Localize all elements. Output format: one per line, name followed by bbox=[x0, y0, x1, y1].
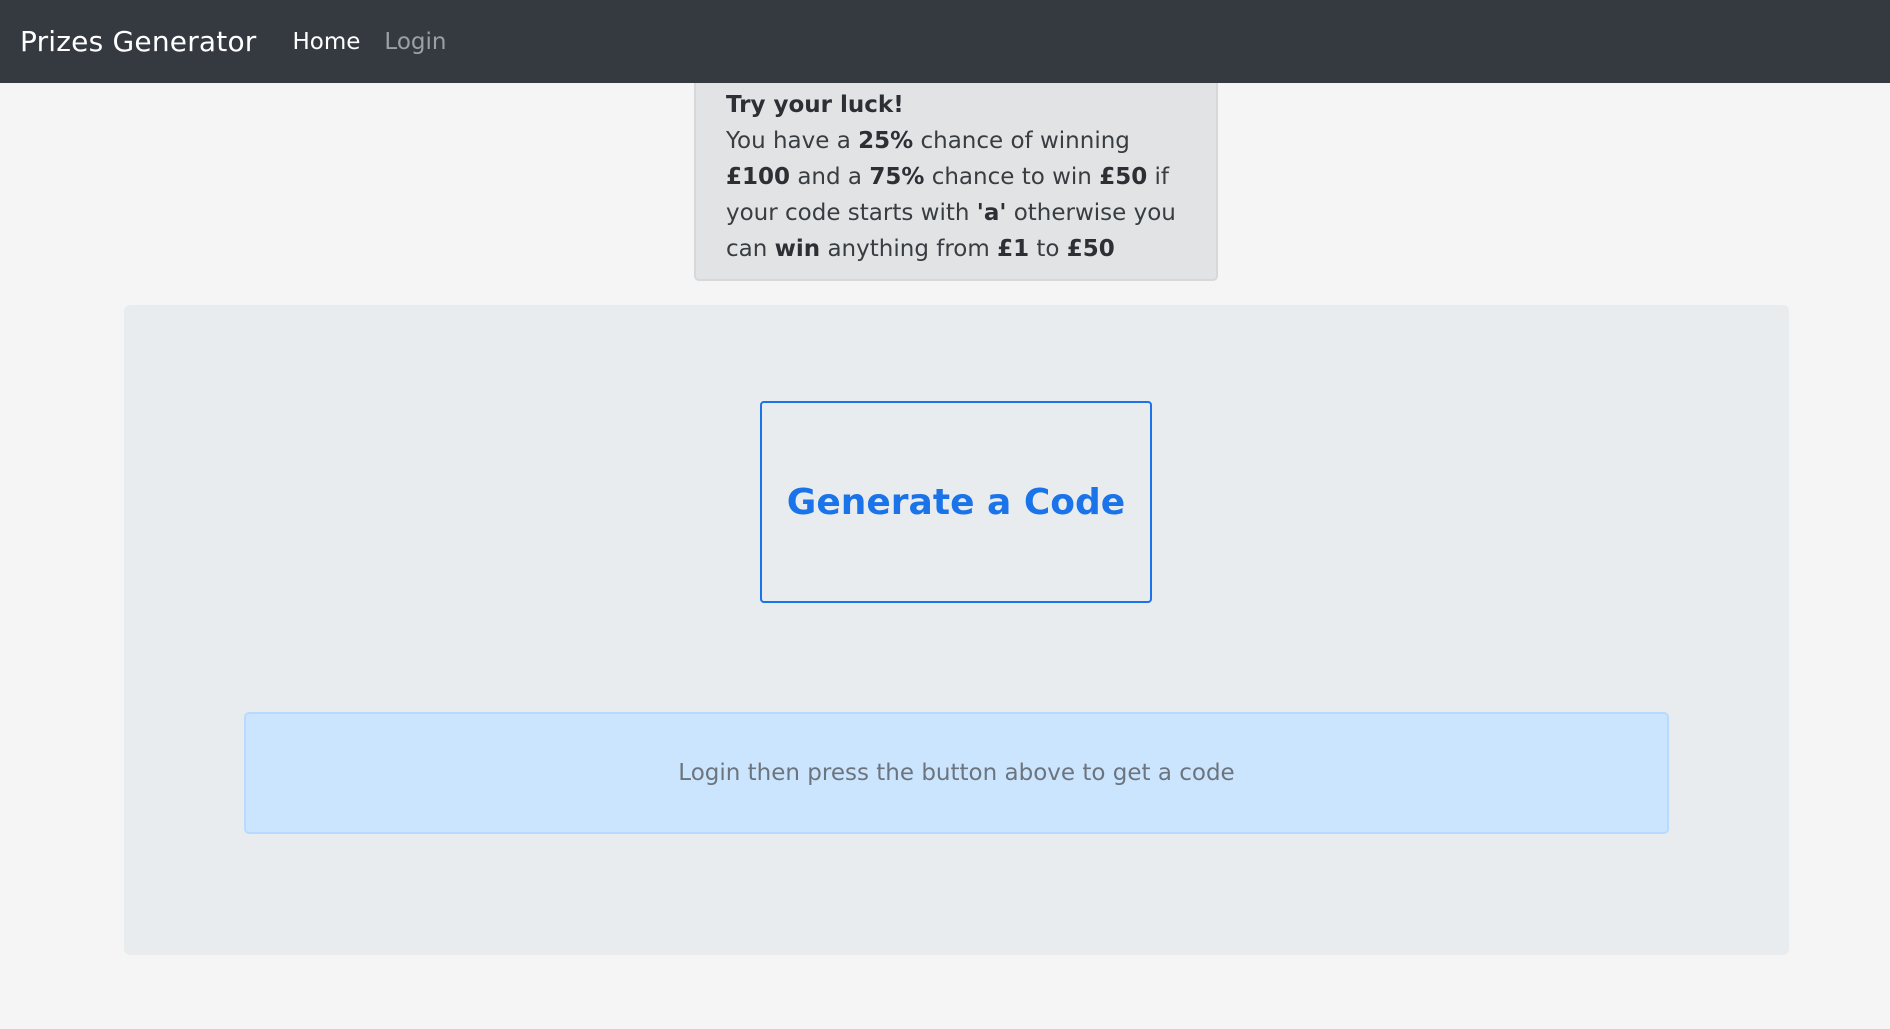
info-alert-text: Login then press the button above to get… bbox=[678, 760, 1235, 786]
info-alert: Login then press the button above to get… bbox=[244, 712, 1669, 834]
info-text-highlight: 75% bbox=[869, 164, 925, 190]
info-card-title: Try your luck! bbox=[726, 92, 904, 118]
nav-link-home[interactable]: Home bbox=[292, 29, 360, 55]
info-text-segment: and a bbox=[790, 164, 870, 190]
info-text-highlight: 'a' bbox=[976, 200, 1007, 226]
info-text-segment: chance of winning bbox=[913, 128, 1130, 154]
info-text-highlight: win bbox=[774, 236, 821, 262]
info-text-segment: chance to win bbox=[924, 164, 1100, 190]
nav-link-login[interactable]: Login bbox=[384, 29, 446, 55]
info-text-highlight: £100 bbox=[726, 164, 791, 190]
info-text-highlight: £1 bbox=[997, 236, 1030, 262]
info-card: Try your luck! You have a 25% chance of … bbox=[694, 83, 1218, 281]
navbar-brand[interactable]: Prizes Generator bbox=[20, 25, 256, 58]
info-text-highlight: 25% bbox=[858, 128, 914, 154]
navbar: Prizes Generator Home Login bbox=[0, 0, 1890, 83]
info-text-segment: You have a bbox=[726, 128, 859, 154]
info-card-text: You have a 25% chance of winning £100 an… bbox=[726, 128, 1176, 262]
main-panel: Generate a Code Login then press the but… bbox=[124, 305, 1789, 955]
info-text-segment: to bbox=[1029, 236, 1067, 262]
info-text-highlight: £50 bbox=[1099, 164, 1148, 190]
info-text-highlight: £50 bbox=[1066, 236, 1115, 262]
generate-code-button[interactable]: Generate a Code bbox=[760, 401, 1152, 603]
info-text-segment: anything from bbox=[820, 236, 998, 262]
